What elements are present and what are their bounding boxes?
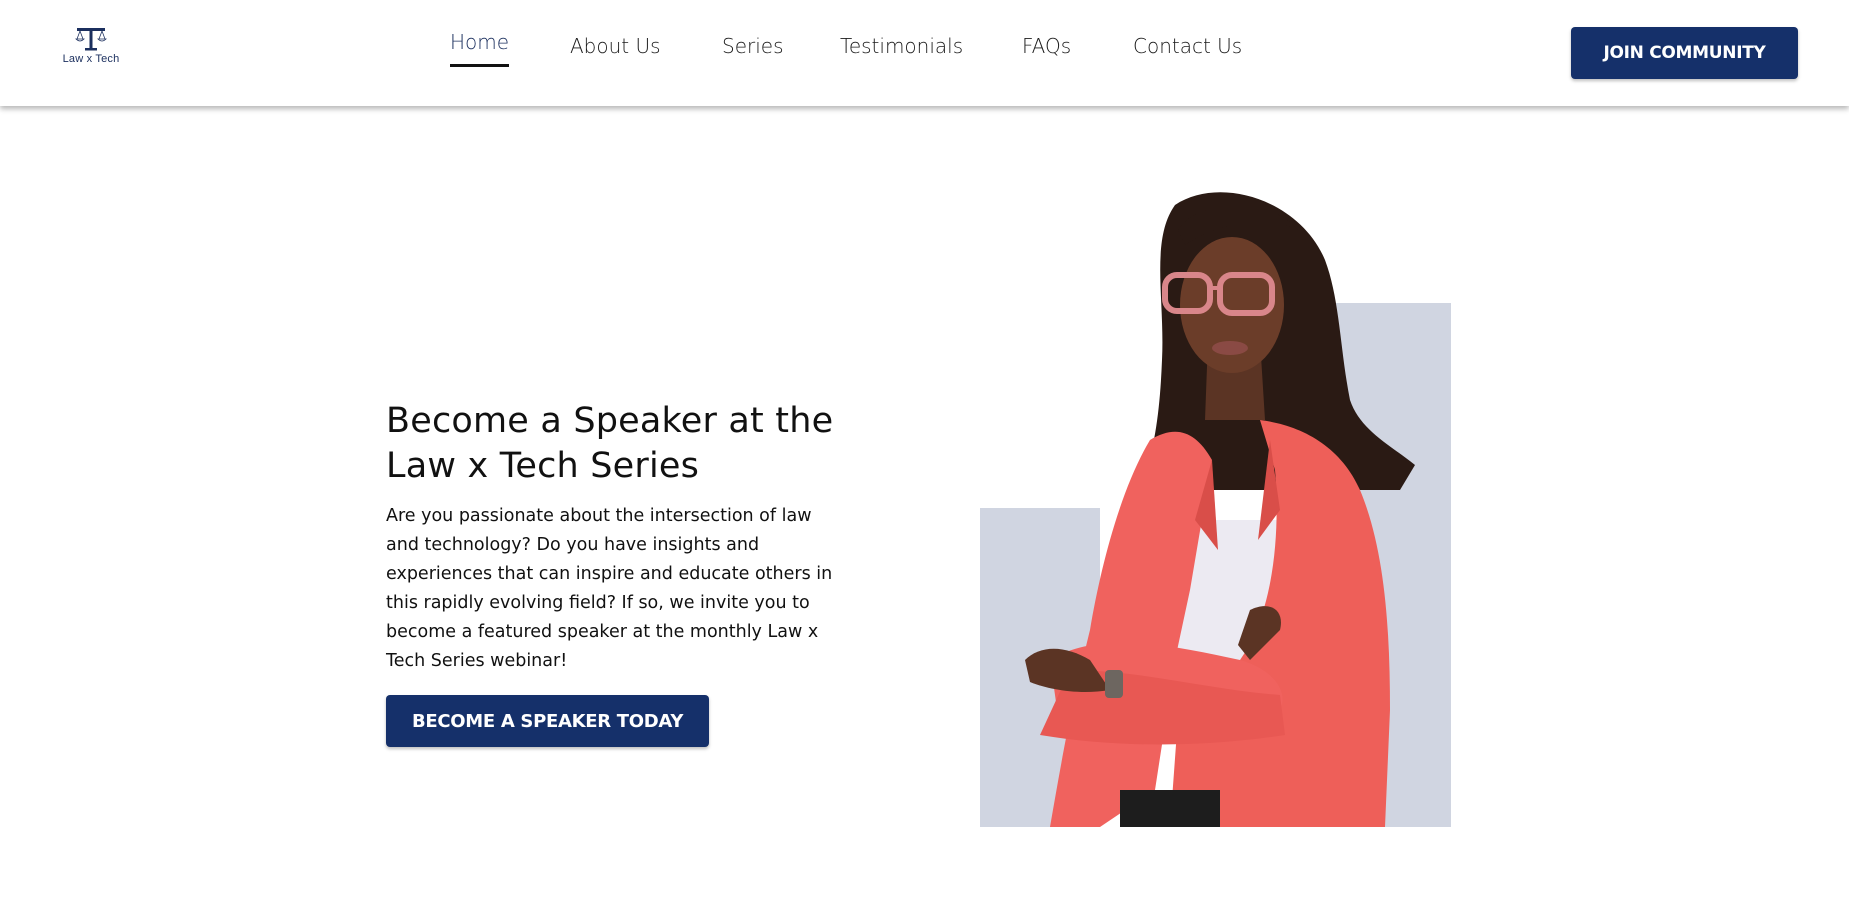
nav-item-label: Series — [722, 34, 784, 58]
logo-text: Law x Tech — [62, 53, 120, 65]
join-community-button[interactable]: JOIN COMMUNITY — [1571, 27, 1798, 79]
logo[interactable]: Law x Tech — [58, 26, 124, 70]
hero-title: Become a Speaker at the Law x Tech Serie… — [386, 401, 834, 486]
nav-item-label: About Us — [570, 34, 661, 58]
nav-item-testimonials[interactable]: Testimonials — [840, 34, 963, 58]
nav-item-label: Contact Us — [1133, 34, 1243, 58]
nav-item-series[interactable]: Series — [722, 34, 784, 58]
nav-item-label: Home — [450, 30, 510, 54]
nav-item-faqs[interactable]: FAQs — [1022, 34, 1071, 58]
nav-item-home[interactable]: Home — [450, 30, 510, 67]
nav-item-about-us[interactable]: About Us — [570, 34, 661, 58]
site-header: Law x Tech Home About Us Series Testimon… — [0, 0, 1849, 106]
nav-item-label: FAQs — [1022, 34, 1072, 58]
nav-item-contact-us[interactable]: Contact Us — [1133, 34, 1242, 58]
active-nav-underline — [450, 64, 510, 67]
nav-item-label: Testimonials — [840, 34, 964, 58]
become-speaker-button[interactable]: BECOME A SPEAKER TODAY — [386, 695, 709, 747]
hero-description: Are you passionate about the intersectio… — [386, 506, 833, 671]
speaker-portrait — [1025, 192, 1415, 827]
scales-of-justice-t-icon — [75, 28, 107, 51]
